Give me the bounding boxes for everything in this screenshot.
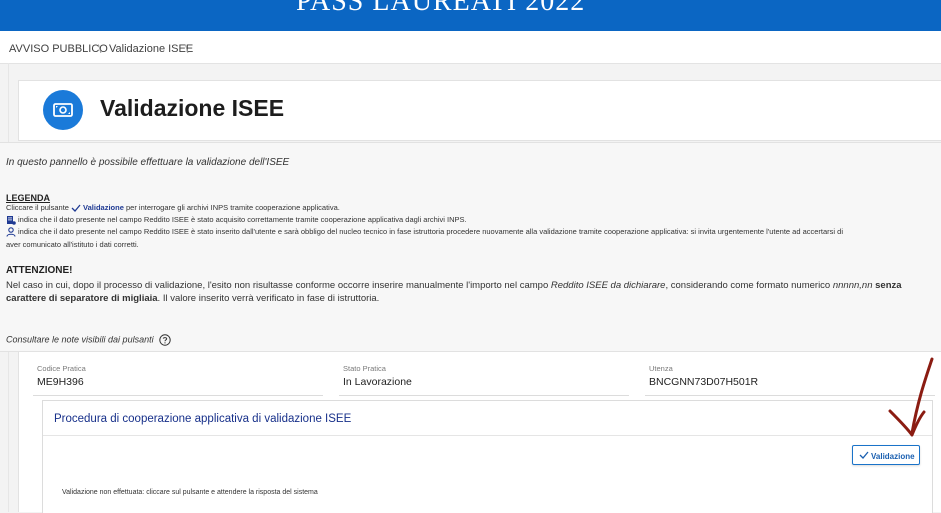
legenda-line-3: indica che il dato presente nel campo Re… (6, 227, 843, 237)
validazione-button-label: Validazione (871, 452, 915, 461)
attenzione-text-post: . Il valore inserito verrà verificato in… (157, 293, 380, 304)
stato-pratica-label: Stato Pratica (343, 364, 386, 373)
attenzione-text-mid: , considerando come formato numerico (665, 280, 833, 291)
legenda-line-4: aver comunicato all'istituto i dati corr… (6, 240, 139, 249)
breadcrumb-item-validazione[interactable]: Validazione ISEE (109, 43, 193, 55)
validazione-button[interactable]: Validazione (852, 445, 920, 465)
breadcrumb-item-avviso[interactable]: AVVISO PUBBLICO (9, 43, 108, 55)
annotation-arrow-icon (888, 357, 934, 437)
codice-pratica-label: Codice Pratica (37, 364, 86, 373)
procedura-title: Procedura di cooperazione applicativa di… (54, 413, 352, 425)
database-verified-icon (7, 216, 16, 225)
stato-pratica-value: In Lavorazione (343, 376, 412, 388)
banner-title: PASS LAUREATI 2022 (296, 0, 586, 17)
legenda-line-2-text: indica che il dato presente nel campo Re… (18, 215, 467, 224)
attenzione-format: nnnnn,nn (832, 280, 873, 291)
page-header: Validazione ISEE (18, 80, 941, 141)
legenda-title: LEGENDA (6, 193, 51, 203)
check-icon (71, 204, 81, 212)
breadcrumb: AVVISO PUBBLICO \ Validazione ISEE \ (0, 31, 941, 64)
info-intro-text: In questo pannello è possibile effettuar… (6, 157, 290, 168)
consultare-note: Consultare le note visibili dai pulsanti (6, 334, 171, 346)
info-panel (0, 142, 941, 352)
help-icon[interactable] (159, 334, 171, 346)
utenza-value: BNCGNN73D07H501R (649, 376, 759, 388)
procedura-header: Procedura di cooperazione applicativa di… (43, 401, 932, 436)
legenda-line-1: Cliccare il pulsante Validazione per int… (6, 203, 340, 212)
consultare-text: Consultare le note visibili dai pulsanti (6, 334, 154, 345)
breadcrumb-separator: \ (98, 42, 102, 56)
legenda-line-1-pre: Cliccare il pulsante (6, 203, 69, 212)
legenda-validazione-label: Validazione (83, 203, 124, 212)
legenda-line-3-text: indica che il dato presente nel campo Re… (18, 227, 844, 236)
page-title: Validazione ISEE (100, 95, 285, 121)
stato-pratica-field: Stato Pratica In Lavorazione (339, 359, 629, 396)
legenda-line-1-post: per interrogare gli archivi INPS tramite… (126, 203, 340, 212)
breadcrumb-separator: \ (185, 42, 189, 56)
attenzione-text-pre: Nel caso in cui, dopo il processo di val… (6, 280, 551, 291)
attenzione-field-name: Reddito ISEE da dichiarare (550, 280, 666, 291)
check-icon (859, 451, 869, 459)
legenda-line-2: indica che il dato presente nel campo Re… (6, 215, 467, 225)
utenza-label: Utenza (649, 364, 673, 373)
codice-pratica-field: Codice Pratica ME9H396 (33, 359, 323, 396)
validation-status-text: Validazione non effettuata: cliccare sul… (62, 489, 318, 496)
codice-pratica-value: ME9H396 (37, 376, 84, 388)
attenzione-text: Nel caso in cui, dopo il processo di val… (6, 279, 931, 305)
attenzione-title: ATTENZIONE! (6, 265, 73, 276)
money-icon (43, 90, 83, 130)
user-icon (6, 227, 16, 237)
procedura-card: Procedura di cooperazione applicativa di… (42, 400, 933, 513)
top-banner: PASS LAUREATI 2022 (0, 0, 941, 31)
